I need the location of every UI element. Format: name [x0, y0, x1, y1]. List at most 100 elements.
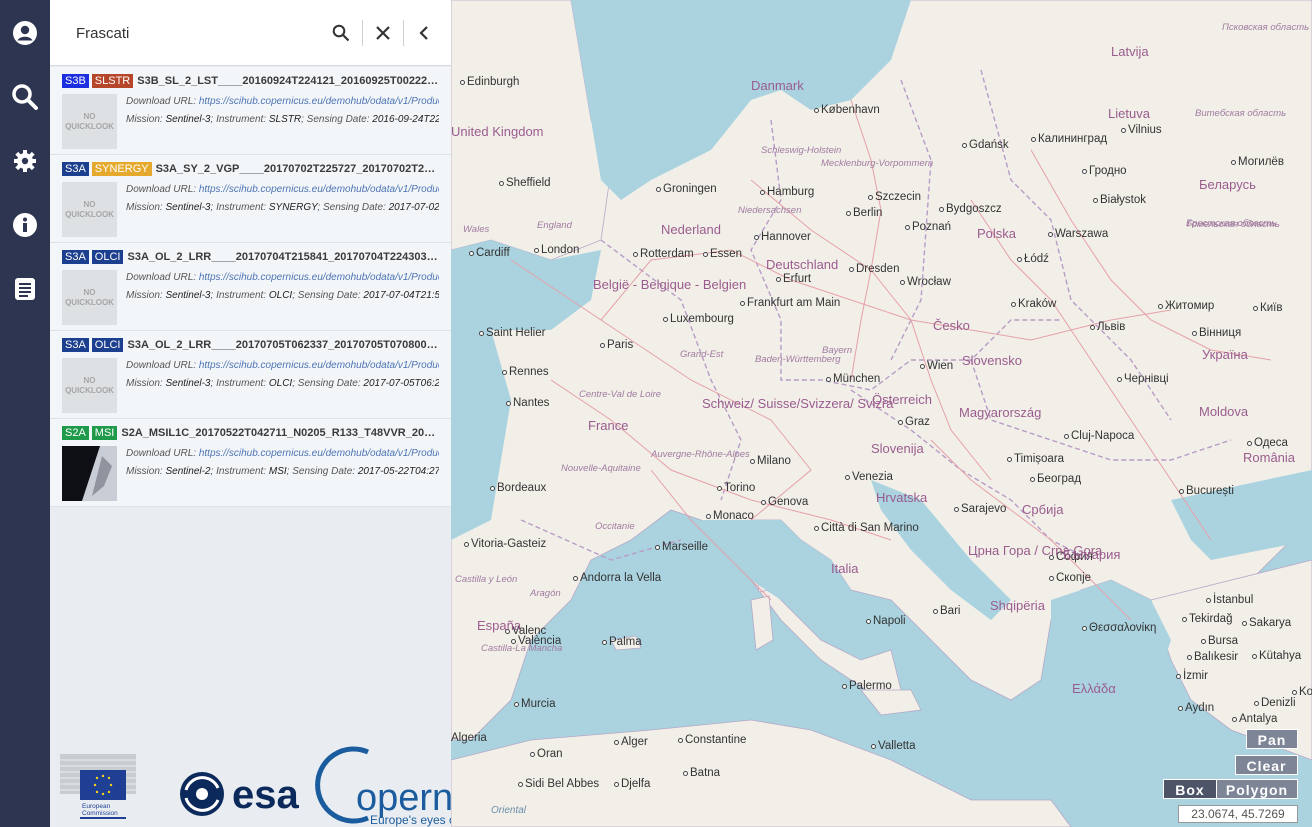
map-city-label: Калининград	[1038, 133, 1108, 145]
result-thumbnail[interactable]: NO QUICKLOOK	[62, 94, 117, 149]
result-tag: MSI	[91, 426, 118, 440]
result-thumbnail[interactable]	[62, 446, 117, 501]
map-country-label: United Kingdom	[451, 124, 544, 139]
collapse-panel-button[interactable]	[410, 19, 438, 47]
result-title[interactable]: S2A_MSIL1C_20170522T042711_N0205_R133_T4…	[121, 427, 439, 439]
logo-strip: European Commission esa opernicus	[50, 740, 521, 827]
download-link[interactable]: https://scihub.copernicus.eu/demohub/oda…	[199, 272, 439, 283]
box-draw-button[interactable]: Box	[1163, 779, 1217, 799]
city-marker	[1049, 576, 1054, 581]
map-country-label: España	[477, 618, 522, 633]
result-header: S3B SLSTR S3B_SL_2_LST____20160924T224121_…	[62, 73, 439, 89]
map-country-label: France	[588, 418, 629, 433]
city-marker	[750, 459, 755, 464]
result-details: Mission: Sentinel-3; Instrument: SYNERGY…	[126, 202, 439, 213]
city-marker	[1292, 690, 1297, 695]
sensing-date-value: 2017-07-04T21:58:41	[363, 290, 439, 301]
map-country-label: Slovenija	[871, 441, 924, 456]
nav-search-button[interactable]	[0, 72, 50, 122]
map-city-label: Luxembourg	[670, 313, 734, 325]
map-city-label: Aydın	[1185, 702, 1215, 714]
city-marker	[1206, 598, 1211, 603]
map-view[interactable]: Edinburgh København Gdańsk Калининград Vilni…	[451, 0, 1312, 827]
mission-label: Mission:	[126, 378, 163, 389]
city-marker	[1121, 128, 1126, 133]
svg-text:Commission: Commission	[82, 810, 118, 817]
result-item[interactable]: S3A OLCI S3A_OL_2_LRR____20170704T215841_2…	[50, 243, 451, 331]
map-city-label: Gdańsk	[969, 139, 1009, 151]
map-country-label: Česko	[933, 318, 970, 333]
result-title[interactable]: S3B_SL_2_LST____20160924T224121_20160925…	[137, 75, 439, 87]
result-item[interactable]: S2A MSI S2A_MSIL1C_20170522T042711_N0205_R…	[50, 419, 451, 507]
city-marker	[1030, 477, 1035, 482]
map-city-label: Poznań	[912, 221, 952, 233]
search-input[interactable]	[64, 18, 314, 48]
result-header: S3A SYNERGY S3A_SY_2_VGP____20170702T22572…	[62, 161, 439, 177]
sensing-date-value: 2017-07-02T22:57:27	[388, 202, 439, 213]
download-link[interactable]: https://scihub.copernicus.eu/demohub/oda…	[199, 96, 439, 107]
nav-settings-button[interactable]	[0, 136, 50, 186]
map-city-label: Bordeaux	[497, 482, 547, 494]
city-marker	[846, 211, 851, 216]
city-marker	[490, 486, 495, 491]
map-city-label: Cardiff	[476, 247, 510, 259]
map-city-label: Città di San Marino	[821, 522, 919, 534]
clear-search-button[interactable]	[369, 19, 397, 47]
result-title[interactable]: S3A_SY_2_VGP____20170702T225727_20170702…	[156, 163, 439, 175]
map-city-label: Bydgoszcz	[946, 203, 1002, 215]
city-marker	[1011, 302, 1016, 307]
nav-user-button[interactable]	[0, 8, 50, 58]
map-city-label: Warszawa	[1055, 228, 1109, 240]
map-city-label: Napoli	[873, 615, 906, 627]
polygon-draw-button[interactable]: Polygon	[1216, 779, 1298, 799]
result-thumbnail[interactable]: NO QUICKLOOK	[62, 358, 117, 413]
result-download-url: Download URL: https://scihub.copernicus.…	[126, 360, 439, 371]
result-tag: OLCI	[91, 250, 124, 264]
clear-button[interactable]: Clear	[1235, 755, 1298, 775]
result-download-url: Download URL: https://scihub.copernicus.…	[126, 448, 439, 459]
download-link[interactable]: https://scihub.copernicus.eu/demohub/oda…	[199, 360, 439, 371]
map-region-label: Occitanie	[595, 521, 635, 532]
result-item[interactable]: S3A SYNERGY S3A_SY_2_VGP____20170702T22572…	[50, 155, 451, 243]
pan-button[interactable]: Pan	[1246, 729, 1298, 749]
result-title[interactable]: S3A_OL_2_LRR____20170704T215841_20170704…	[127, 251, 439, 263]
mission-value: Sentinel-2	[165, 466, 211, 477]
city-marker	[1048, 232, 1053, 237]
map-region-label: Mecklenburg-Vorpommern	[821, 158, 934, 169]
nav-documents-button[interactable]	[0, 264, 50, 314]
mission-value: Sentinel-3	[165, 202, 211, 213]
map-city-label: Łódź	[1024, 253, 1049, 265]
document-icon	[15, 278, 35, 300]
map-city-label: Nantes	[513, 397, 550, 409]
map-country-label: Србија	[1022, 502, 1064, 517]
result-item[interactable]: S3A OLCI S3A_OL_2_LRR____20170705T062337_2…	[50, 331, 451, 419]
result-thumbnail[interactable]: NO QUICKLOOK	[62, 182, 117, 237]
instrument-value: OLCI	[268, 290, 293, 301]
city-marker	[1201, 639, 1206, 644]
city-marker	[683, 771, 688, 776]
sensing-date-value: 2017-07-05T06:23:37	[363, 378, 439, 389]
map-city-label: Antalya	[1239, 713, 1278, 725]
map-region-label: Псковская область	[1222, 22, 1310, 33]
european-commission-logo: European Commission	[60, 754, 136, 819]
svg-text:European: European	[82, 803, 111, 810]
nav-info-button[interactable]	[0, 200, 50, 250]
map-city-label: Житомир	[1165, 300, 1215, 312]
download-link[interactable]: https://scihub.copernicus.eu/demohub/oda…	[199, 184, 439, 195]
download-link[interactable]: https://scihub.copernicus.eu/demohub/oda…	[199, 448, 439, 459]
result-item[interactable]: S3B SLSTR S3B_SL_2_LST____20160924T224121_…	[50, 67, 451, 155]
result-title[interactable]: S3A_OL_2_LRR____20170705T062337_20170705…	[127, 339, 439, 351]
result-thumbnail[interactable]: NO QUICKLOOK	[62, 270, 117, 325]
map-city-label: Djelfa	[621, 778, 651, 790]
search-submit-button[interactable]	[327, 19, 355, 47]
sensing-date-label: Sensing Date:	[297, 378, 361, 389]
city-marker	[866, 619, 871, 624]
map-city-label: Frankfurt am Main	[747, 297, 841, 309]
city-marker	[1093, 198, 1098, 203]
city-marker	[1192, 331, 1197, 336]
city-marker	[1182, 617, 1187, 622]
close-icon	[376, 26, 390, 40]
instrument-label: Instrument:	[216, 114, 267, 125]
city-marker	[1031, 137, 1036, 142]
city-marker	[1017, 257, 1022, 262]
